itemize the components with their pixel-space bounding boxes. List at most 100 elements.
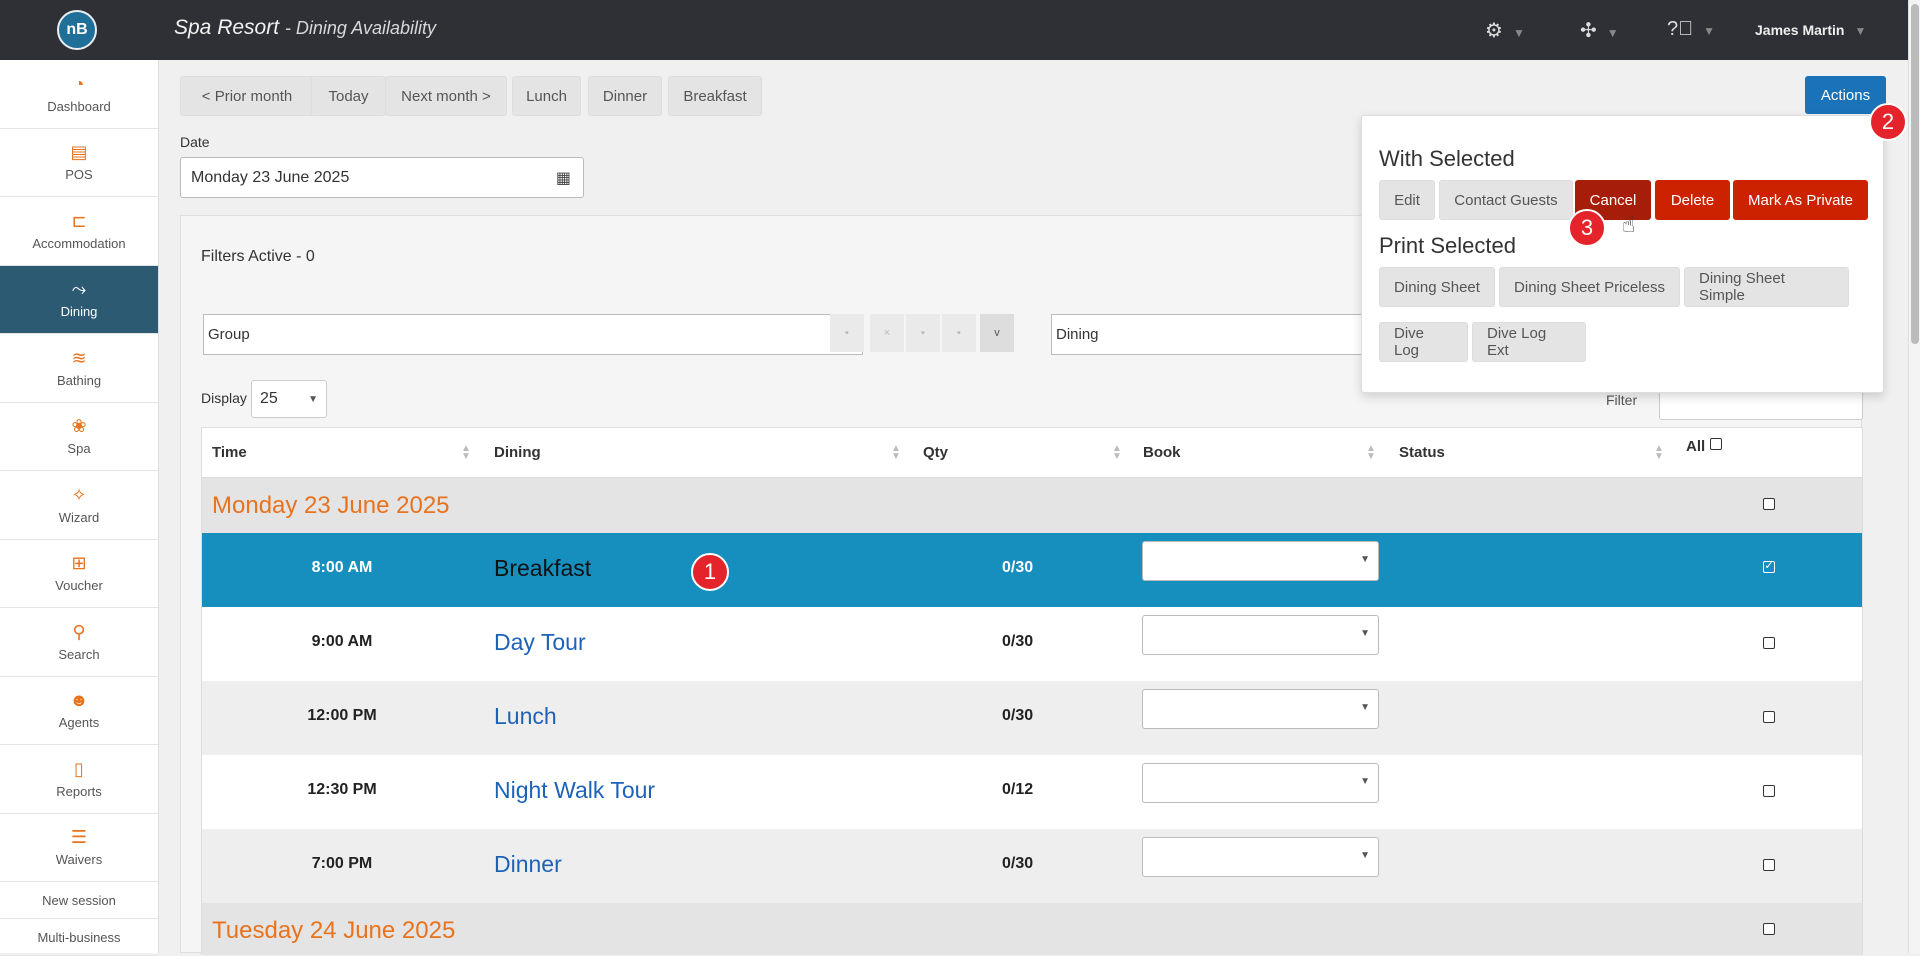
prior-month-button[interactable]: < Prior month [180, 76, 314, 116]
row-checkbox[interactable] [1763, 637, 1775, 649]
sidebar-item-label: POS [65, 167, 93, 183]
annotation-marker-3: 3 [1568, 209, 1606, 247]
group-select[interactable]: Group [203, 314, 863, 355]
group-option-button[interactable]: ▪ [942, 314, 976, 352]
row-dining-link[interactable]: Night Walk Tour [494, 777, 655, 804]
row-checkbox[interactable] [1763, 859, 1775, 871]
sort-icon[interactable]: ▲ ▼ [1654, 444, 1664, 462]
row-book-select[interactable]: ▼ [1142, 689, 1379, 729]
group-checkbox[interactable] [1763, 923, 1775, 935]
mark-as-private-button[interactable]: Mark As Private [1733, 180, 1868, 220]
dive-log-button[interactable]: Dive Log [1379, 322, 1468, 362]
row-book-select[interactable]: ▼ [1142, 837, 1379, 877]
column-header-status[interactable]: Status [1399, 444, 1445, 461]
row-dining-link[interactable]: Dinner [494, 851, 562, 878]
scrollbar-thumb[interactable] [1911, 4, 1919, 344]
dining-select[interactable]: Dining [1051, 314, 1371, 355]
sidebar-item-wizard[interactable]: ✧ Wizard [0, 471, 158, 540]
row-qty: 0/30 [1002, 633, 1034, 650]
edit-button[interactable]: Edit [1379, 180, 1435, 220]
group-checkbox[interactable] [1763, 498, 1775, 510]
chevron-down-icon: ▼ [1360, 776, 1370, 787]
table-row[interactable]: 9:00 AM Day Tour 0/30 ▼ [201, 607, 1863, 681]
page-scrollbar[interactable] [1908, 0, 1920, 953]
availability-table: Time ▲ ▼ Dining ▲ ▼ Qty ▲ ▼ Book ▲ ▼ Status … [201, 427, 1863, 955]
sidebar-item-label: Bathing [56, 372, 102, 388]
sidebar-item-dining[interactable]: ⤳ Dining [0, 265, 158, 334]
row-dining-link[interactable]: Day Tour [494, 629, 586, 656]
sidebar-item-reports[interactable]: ▯ Reports [0, 745, 158, 814]
puzzle-icon[interactable]: ✣ ▼ [1580, 18, 1619, 43]
row-checkbox[interactable] [1763, 711, 1775, 723]
display-count-select[interactable]: 25 ▼ [251, 380, 327, 418]
table-row[interactable]: 8:00 AM Breakfast 0/30 ▼ ✓ [201, 533, 1863, 607]
dashboard-icon: ◔ [73, 73, 85, 94]
sidebar-item-waivers[interactable]: ☰ Waivers [0, 814, 158, 882]
sort-icon[interactable]: ▲ ▼ [1112, 444, 1122, 462]
row-checkbox[interactable] [1763, 785, 1775, 797]
select-all-checkbox[interactable] [1710, 438, 1722, 450]
calendar-icon[interactable]: ▦ [556, 168, 571, 188]
date-input[interactable]: Monday 23 June 2025 ▦ [180, 157, 584, 198]
settings-gear-icon[interactable]: ⚙ ▼ [1485, 18, 1525, 43]
sidebar-item-search[interactable]: ⚲ Search [0, 608, 158, 677]
group-expand-button[interactable]: v [980, 314, 1014, 352]
breakfast-button[interactable]: Breakfast [668, 76, 762, 116]
table-row[interactable]: 12:00 PM Lunch 0/30 ▼ [201, 681, 1863, 755]
column-header-time[interactable]: Time [212, 444, 247, 461]
today-button[interactable]: Today [311, 76, 386, 116]
sort-icon[interactable]: ▲ ▼ [891, 444, 901, 462]
dining-sheet-priceless-button[interactable]: Dining Sheet Priceless [1499, 267, 1680, 307]
sidebar-item-spa[interactable]: ❀ Spa [0, 403, 158, 471]
user-menu[interactable]: James Martin ▼ [1755, 22, 1866, 38]
table-row[interactable]: 7:00 PM Dinner 0/30 ▼ [201, 829, 1863, 903]
display-count-value: 25 [260, 390, 278, 407]
sidebar-item-accommodation[interactable]: ⊏ Accommodation [0, 197, 158, 266]
group-remove-button[interactable]: × [870, 314, 904, 352]
business-name: Spa Resort [174, 16, 280, 39]
table-row[interactable]: 12:30 PM Night Walk Tour 0/12 ▼ [201, 755, 1863, 829]
column-header-dining[interactable]: Dining [494, 444, 541, 461]
row-dining-link[interactable]: Breakfast [494, 555, 591, 582]
new-session-link[interactable]: New session [0, 882, 158, 919]
group-clear-button[interactable]: ▪ [830, 314, 864, 352]
contact-guests-button[interactable]: Contact Guests [1439, 180, 1573, 220]
next-month-button[interactable]: Next month > [385, 76, 507, 116]
row-checkbox[interactable]: ✓ [1763, 561, 1775, 573]
page-title: Spa Resort - Dining Availability [174, 16, 436, 39]
dining-icon: ⤳ [71, 279, 87, 300]
sort-icon[interactable]: ▲ ▼ [461, 444, 471, 462]
sidebar-item-dashboard[interactable]: ◔ Dashboard [0, 60, 158, 129]
sidebar-item-agents[interactable]: ☻ Agents [0, 677, 158, 745]
list-icon: ☰ [70, 827, 88, 848]
print-selected-heading: Print Selected [1379, 233, 1516, 258]
row-book-select[interactable]: ▼ [1142, 541, 1379, 581]
sidebar-item-bathing[interactable]: ≋ Bathing [0, 334, 158, 403]
date-group-row: Tuesday 24 June 2025 [201, 903, 1863, 955]
dining-sheet-simple-button[interactable]: Dining Sheet Simple [1684, 267, 1849, 307]
sidebar-item-voucher[interactable]: ⊞ Voucher [0, 540, 158, 608]
help-icon[interactable]: ?⃝ ▼ [1667, 18, 1715, 41]
group-select-value: Group [208, 326, 250, 343]
lunch-button[interactable]: Lunch [512, 76, 581, 116]
sidebar: ◔ Dashboard ▤ POS ⊏ Accommodation ⤳ Dining ≋… [0, 60, 159, 956]
row-time: 9:00 AM [311, 633, 373, 650]
row-time: 7:00 PM [311, 855, 373, 872]
delete-button[interactable]: Delete [1655, 180, 1730, 220]
wand-icon: ✧ [71, 484, 87, 505]
column-header-all: All [1686, 438, 1706, 455]
sidebar-item-pos[interactable]: ▤ POS [0, 129, 158, 197]
sort-icon[interactable]: ▲ ▼ [1366, 444, 1376, 462]
group-option-button[interactable]: ▪ [906, 314, 940, 352]
row-book-select[interactable]: ▼ [1142, 615, 1379, 655]
dinner-button[interactable]: Dinner [588, 76, 662, 116]
app-logo[interactable]: nB [57, 10, 97, 50]
dining-sheet-button[interactable]: Dining Sheet [1379, 267, 1495, 307]
column-header-book[interactable]: Book [1143, 444, 1181, 461]
row-book-select[interactable]: ▼ [1142, 763, 1379, 803]
multi-business-link[interactable]: Multi-business [0, 919, 158, 956]
column-header-qty[interactable]: Qty [923, 444, 948, 461]
annotation-marker-2: 2 [1869, 103, 1907, 141]
row-dining-link[interactable]: Lunch [494, 703, 557, 730]
dive-log-ext-button[interactable]: Dive Log Ext [1472, 322, 1586, 362]
